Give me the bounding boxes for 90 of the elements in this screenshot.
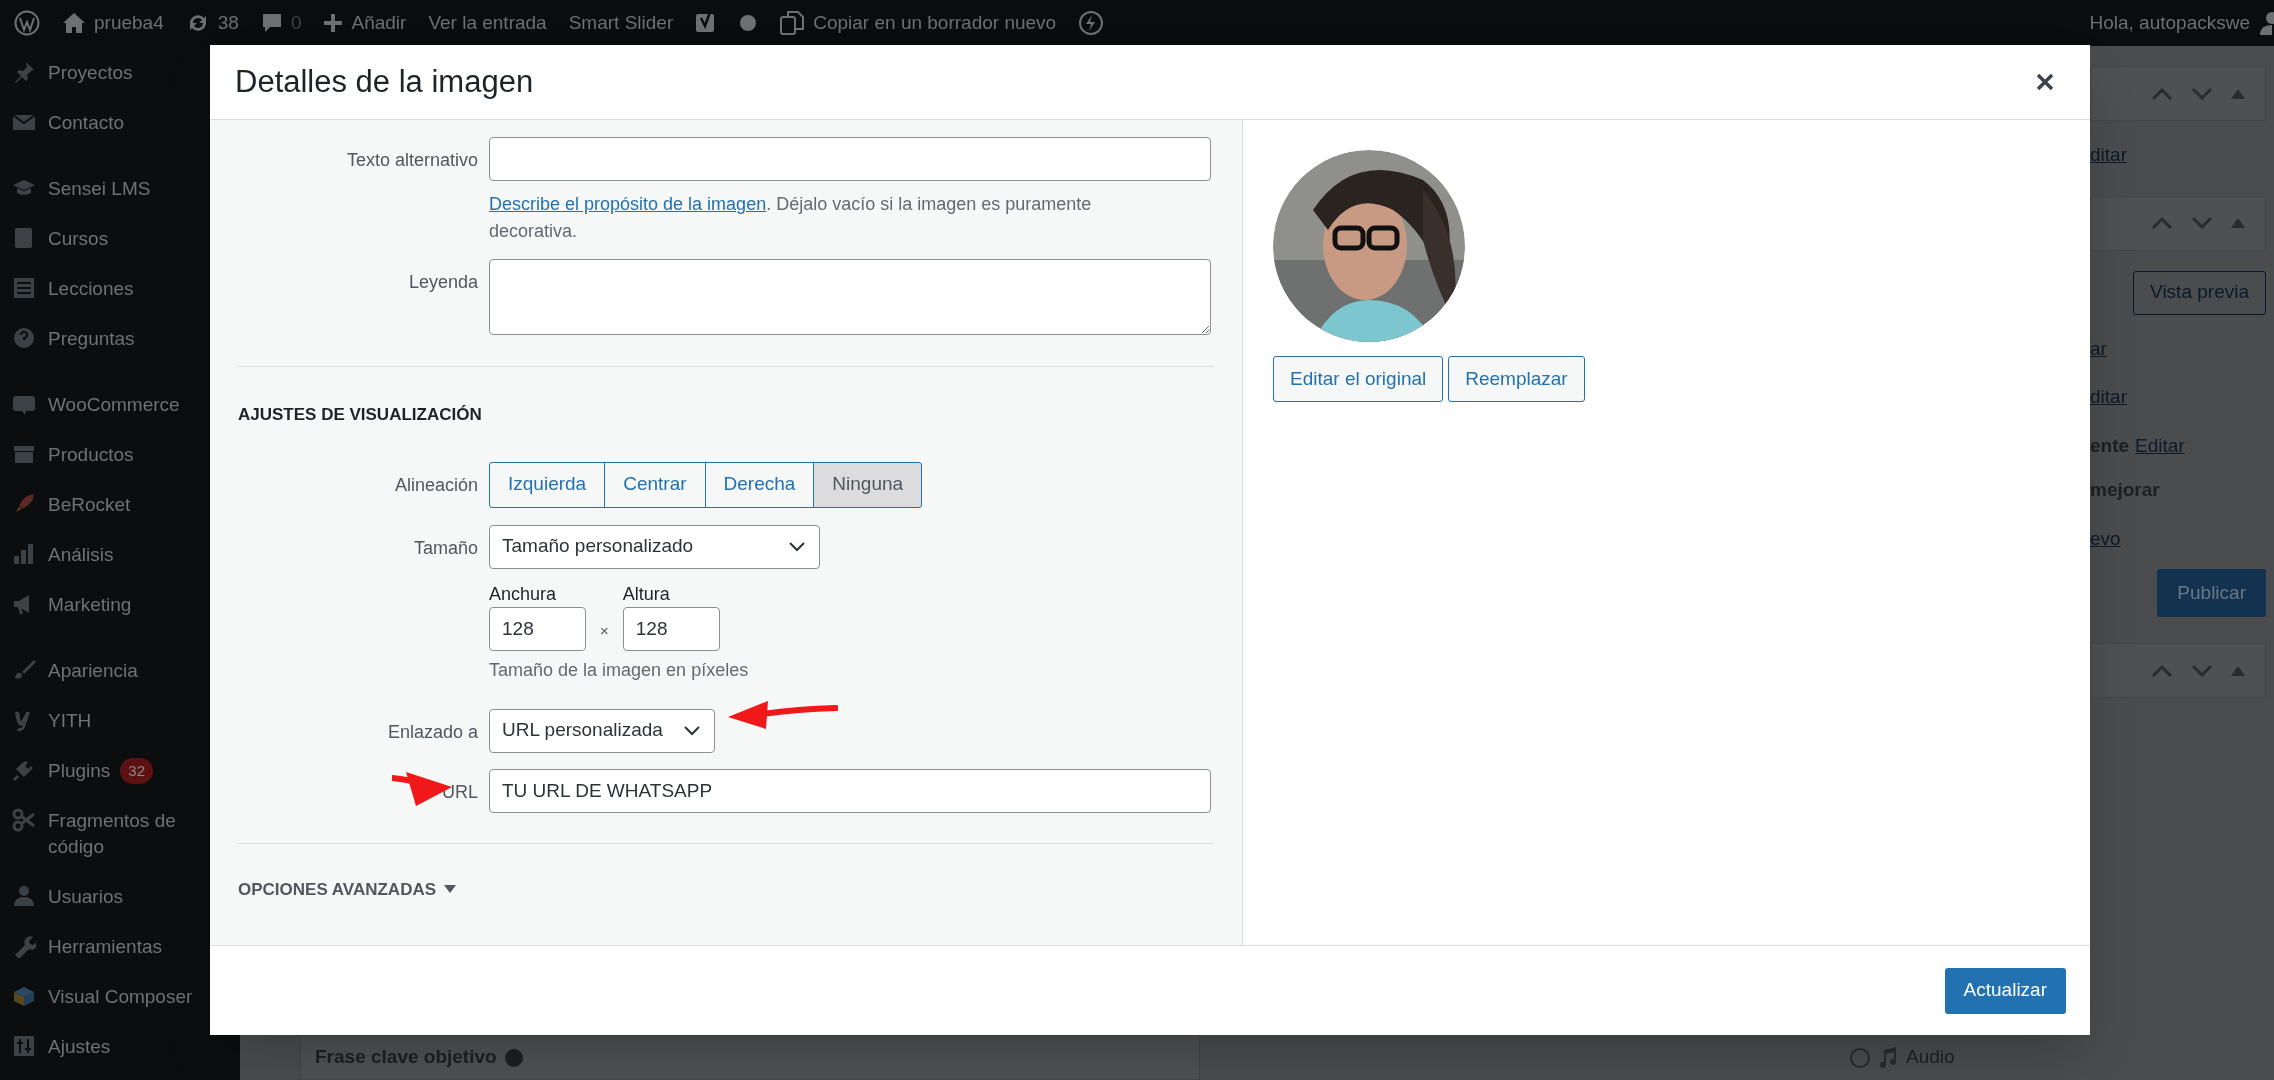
number-field[interactable]: 128 [622,606,720,651]
menu-item[interactable]: Marketing [48,592,198,618]
copy-icon [779,10,806,36]
menu-item[interactable]: Preguntas [48,326,198,352]
music-note-icon [1878,1046,1898,1069]
alignment-tab[interactable]: Izquierda [489,461,606,508]
lightning-icon [1078,10,1105,36]
dropdown[interactable]: Tamaño personalizado [489,524,820,569]
greeting-text[interactable]: Hola, autopackswe [2089,8,2250,38]
update-button[interactable]: Actualizar [1944,967,2066,1014]
field-label: Enlazado a [387,721,478,742]
menu-item[interactable]: Apariencia [48,658,198,684]
menu-item[interactable]: Fragmentos de código [48,808,198,860]
chevron-up-icon [2151,86,2173,101]
cube-icon [12,984,36,1008]
chevron-down-icon [789,541,805,552]
publish-button[interactable]: Publicar [2157,569,2266,617]
chevron-up-icon [2151,216,2173,230]
dropdown[interactable]: URL personalizada [489,708,715,753]
menu-item[interactable]: Análisis [48,542,198,568]
triangle-up-icon [2231,665,2245,676]
menu-item[interactable]: WooCommerce [48,392,198,418]
user-icon [12,884,36,908]
menu-item[interactable]: Usuarios [48,884,198,910]
triangle-up-icon [2231,218,2245,228]
chevron-up-icon [2151,663,2173,678]
toolbar-link[interactable]: Smart Slider [568,8,674,38]
menu-item[interactable]: Proyectos [48,60,198,86]
chevron-down-icon [684,725,700,736]
close-icon [2036,73,2054,91]
menu-item[interactable]: Contacto [48,110,198,136]
triangle-up-icon [2231,88,2245,99]
secondary-button[interactable]: Editar el original [1273,356,1444,402]
preview-button[interactable]: Vista previa [2133,270,2266,315]
toolbar-label[interactable]: prueba4 [94,8,164,38]
bar-chart-icon [12,542,36,566]
chevron-down-icon [2191,216,2213,230]
field-label: Anchura [489,582,558,606]
menu-item[interactable]: Productos [48,442,198,468]
help-icon[interactable] [504,1048,523,1067]
comment-icon [260,12,283,34]
menu-item[interactable]: YITH [48,708,198,734]
menu-item[interactable]: Visual Composer [48,984,198,1010]
help-link[interactable]: Describe el propósito de la imagen [489,194,767,214]
toolbar-link[interactable]: Ver la entrada [428,8,547,38]
menu-item[interactable]: Cursos [48,226,198,252]
menu-item[interactable]: Herramientas [48,934,198,960]
menu-item[interactable]: Plugins [48,758,111,784]
alignment-tab[interactable]: Ninguna [813,461,923,508]
secondary-button[interactable]: Reemplazar [1448,356,1585,402]
menu-item[interactable]: Sensei LMS [48,176,198,202]
dialog-title: Detalles de la imagen [235,62,534,101]
alignment-tab[interactable]: Derecha [704,461,815,508]
user-icon [2260,11,2274,35]
list-icon [12,276,36,300]
field-label: Alineación [394,474,478,495]
settings-icon [12,1034,36,1058]
section-heading: AJUSTES DE VISUALIZACIÓN [238,405,482,424]
field-label: Altura [622,582,671,606]
menu-item[interactable]: Lecciones [48,276,198,302]
edit-link[interactable]: Editar [2135,431,2185,460]
field-label: Texto alternativo [346,150,478,170]
input-field[interactable] [489,137,1211,181]
radio-button[interactable] [1850,1047,1870,1068]
number-field[interactable]: 128 [489,606,586,651]
text-area[interactable] [489,259,1211,335]
plus-icon [323,13,344,33]
wordpress-logo-icon [14,10,40,36]
count-badge: 32 [120,758,153,784]
menu-item[interactable]: Ajustes [48,1034,198,1060]
toolbar-link[interactable]: Copiar en un borrador nuevo [813,8,1057,38]
menu-item[interactable]: BeRocket [48,492,198,518]
help-text: Tamaño de la imagen en píxeles [489,658,750,682]
times-sign: × [599,621,610,641]
help-text: Describe el propósito de la imagen. Déjalo vacío si la imagen es puramente decorativa. [489,193,1093,243]
home-icon [62,12,86,34]
field-label: Tamaño [413,537,478,558]
field-label: Leyenda [408,272,478,292]
help-icon [12,326,36,350]
chevron-down-icon [2191,663,2213,678]
scissors-icon [12,808,36,832]
input-field[interactable]: TU URL DE WHATSAPP [489,768,1211,813]
toolbar-label[interactable]: Añadir [351,8,407,38]
chevron-down-icon [2191,86,2213,101]
paintbrush-icon [12,658,36,682]
alignment-tab[interactable]: Centrar [604,461,706,508]
plug-icon [12,758,36,782]
advanced-options-toggle[interactable]: OPCIONES AVANZADAS [238,876,457,902]
toolbar-label[interactable]: 38 [217,8,239,38]
status-dot-icon [739,14,758,32]
